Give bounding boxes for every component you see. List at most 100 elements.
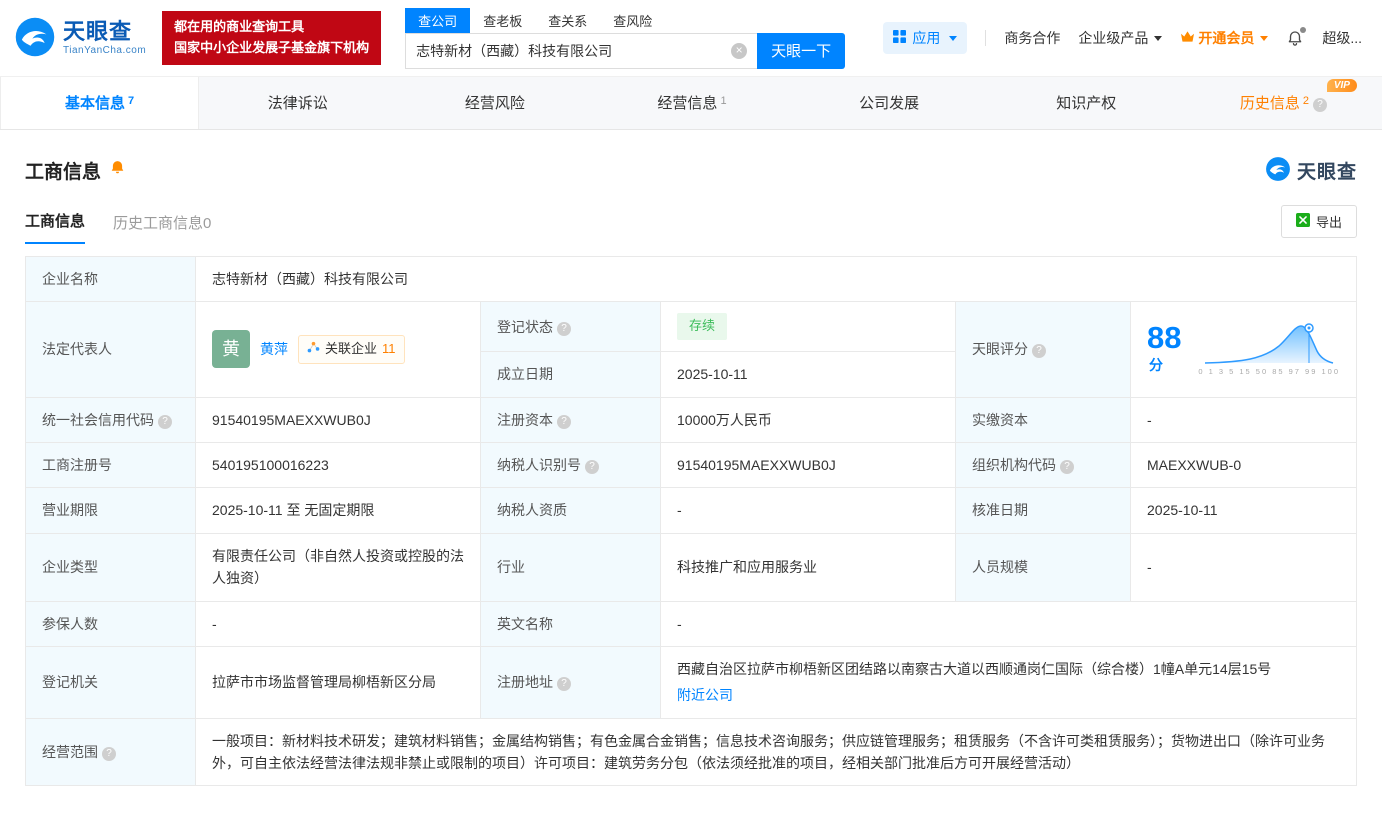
tab-company-development[interactable]: 公司发展: [791, 77, 988, 129]
business-scope-label-text: 经营范围: [42, 743, 98, 760]
field-value-company-name: 志特新材（西藏）科技有限公司: [195, 255, 1357, 303]
top-header: 天眼查 TianYanCha.com 都在用的商业查询工具 国家中小企业发展子基…: [0, 0, 1382, 76]
field-label-reg-authority: 登记机关: [25, 645, 196, 719]
search-tab-boss[interactable]: 查老板: [470, 8, 535, 33]
help-icon[interactable]: [557, 677, 571, 692]
table-row: 参保人数 - 英文名称 -: [25, 600, 1357, 647]
tianyancha-logo-icon: [14, 16, 56, 61]
enterprise-products-label: 企业级产品: [1078, 30, 1149, 46]
table-row: 企业类型 有限责任公司（非自然人投资或控股的法人独资） 行业 科技推广和应用服务…: [25, 532, 1357, 602]
notification-bell-icon[interactable]: [1286, 27, 1307, 47]
tab-history-info[interactable]: 历史信息2 VIP: [1185, 77, 1382, 129]
logo-title: 天眼查: [63, 19, 133, 45]
field-label-industry: 行业: [480, 532, 661, 602]
field-label-reg-capital: 注册资本: [480, 396, 661, 443]
menu-item-enterprise-products[interactable]: 企业级产品: [1078, 28, 1163, 48]
alert-bell-icon[interactable]: [109, 159, 126, 182]
field-value-reg-status: 存续: [660, 301, 956, 353]
field-label-score: 天眼评分: [955, 301, 1131, 398]
legal-rep-avatar[interactable]: 黄: [212, 330, 250, 369]
score-label-text: 天眼评分: [972, 341, 1028, 358]
apps-grid-icon: [893, 30, 907, 46]
field-label-approval-date: 核准日期: [955, 487, 1131, 534]
field-value-business-term: 2025-10-11 至 无固定期限: [195, 487, 481, 534]
field-value-staff-size: -: [1130, 532, 1357, 602]
field-label-business-scope: 经营范围: [25, 717, 196, 787]
menu-item-cooperation[interactable]: 商务合作: [1004, 28, 1060, 48]
promo-banner: 都在用的商业查询工具 国家中小企业发展子基金旗下机构: [162, 11, 382, 65]
reg-address-text: 西藏自治区拉萨市柳梧新区团结路以南察古大道以西顺通岗仁国际（综合楼）1幢A单元1…: [677, 660, 1272, 677]
section-header: 工商信息 天眼查: [0, 130, 1382, 185]
tab-legal-proceedings-label: 法律诉讼: [267, 95, 328, 112]
help-icon[interactable]: [585, 459, 599, 474]
search-tab-company[interactable]: 查公司: [405, 7, 471, 33]
field-label-legal-rep: 法定代表人: [25, 301, 196, 398]
tab-operational-risk[interactable]: 经营风险: [396, 77, 593, 129]
apps-menu-button[interactable]: 应用: [883, 22, 968, 54]
help-icon[interactable]: [1032, 344, 1046, 359]
field-value-business-scope: 一般项目：新材料技术研发；建筑材料销售；金属结构销售；有色金属合金销售；信息技术…: [195, 717, 1357, 787]
clear-search-icon[interactable]: [731, 42, 748, 59]
tab-legal-proceedings[interactable]: 法律诉讼: [199, 77, 396, 129]
promo-banner-line1: 都在用的商业查询工具: [174, 19, 305, 35]
field-label-staff-size: 人员规模: [955, 532, 1131, 602]
related-companies-badge[interactable]: 关联企业 11: [298, 335, 405, 364]
divider: [985, 30, 987, 46]
main-nav-tabs: 基本信息7 法律诉讼 经营风险 经营信息1 公司发展 知识产权 历史信息2 VI…: [0, 76, 1382, 130]
vip-badge: VIP: [1326, 79, 1357, 92]
export-button[interactable]: 导出: [1280, 205, 1357, 238]
table-row: 工商注册号 540195100016223 纳税人识别号 91540195MAE…: [25, 441, 1357, 489]
field-value-legal-rep: 黄 黄萍 关联企业 11: [195, 301, 481, 398]
search-tab-relation[interactable]: 查关系: [535, 8, 600, 33]
excel-icon: [1295, 213, 1310, 230]
search-tab-risk[interactable]: 查风险: [600, 8, 665, 33]
tab-business-info-label: 经营信息: [657, 95, 718, 112]
field-label-insured-count: 参保人数: [25, 600, 196, 647]
section-brand-text: 天眼查: [1296, 162, 1357, 183]
help-icon[interactable]: [1312, 98, 1327, 112]
tab-intellectual-property-label: 知识产权: [1056, 95, 1117, 112]
help-icon[interactable]: [158, 414, 172, 429]
tab-history-info-label: 历史信息: [1239, 95, 1300, 112]
tab-basic-info-label: 基本信息: [65, 95, 126, 112]
field-label-reg-address: 注册地址: [480, 645, 661, 719]
related-companies-label: 关联企业: [325, 341, 378, 357]
field-value-industry: 科技推广和应用服务业: [660, 532, 956, 602]
account-menu[interactable]: 超级...: [1322, 28, 1362, 48]
nearby-companies-link[interactable]: 附近公司: [677, 684, 1340, 706]
field-value-insured-count: -: [195, 600, 481, 647]
tab-intellectual-property[interactable]: 知识产权: [988, 77, 1185, 129]
top-menu: 应用 商务合作 企业级产品 开通会员 超级...: [883, 22, 1368, 54]
field-value-taxpayer-quality: -: [660, 487, 956, 534]
field-label-reg-number: 工商注册号: [25, 441, 196, 489]
table-row: 企业名称 志特新材（西藏）科技有限公司: [25, 255, 1357, 303]
tab-business-info[interactable]: 经营信息 1: [593, 77, 790, 129]
field-label-taxpayer-id: 纳税人识别号: [480, 441, 661, 489]
table-row: 经营范围 一般项目：新材料技术研发；建筑材料销售；金属结构销售；有色金属合金销售…: [25, 717, 1357, 787]
field-label-credit-code: 统一社会信用代码: [25, 396, 196, 443]
related-companies-count: 11: [382, 341, 396, 357]
field-label-establish-date: 成立日期: [480, 351, 661, 398]
search-input[interactable]: [416, 42, 732, 59]
tab-company-development-label: 公司发展: [859, 95, 920, 112]
tianyancha-logo[interactable]: 天眼查 TianYanCha.com: [14, 16, 146, 61]
field-value-org-code: MAEXXWUB-0: [1130, 441, 1357, 489]
subtab-business-registration[interactable]: 工商信息: [25, 210, 86, 244]
promo-banner-line2: 国家中小企业发展子基金旗下机构: [174, 40, 370, 55]
menu-item-open-vip[interactable]: 开通会员: [1180, 28, 1269, 48]
section-brand-logo: 天眼查: [1265, 156, 1357, 185]
legal-rep-name-link[interactable]: 黄萍: [260, 338, 288, 360]
help-icon[interactable]: [557, 321, 571, 336]
chevron-down-icon: [1260, 35, 1269, 41]
help-icon[interactable]: [557, 414, 571, 429]
help-icon[interactable]: [102, 746, 116, 761]
field-label-company-type: 企业类型: [25, 532, 196, 602]
field-label-reg-status: 登记状态: [480, 301, 661, 353]
search-tabs: 查公司 查老板 查关系 查风险: [405, 7, 845, 33]
tab-basic-info[interactable]: 基本信息 7: [0, 77, 200, 129]
help-icon[interactable]: [1060, 459, 1074, 474]
field-value-reg-address: 西藏自治区拉萨市柳梧新区团结路以南察古大道以西顺通岗仁国际（综合楼）1幢A单元1…: [660, 645, 1357, 719]
subtab-history-registration[interactable]: 历史工商信息0: [113, 212, 211, 244]
search-button[interactable]: 天眼一下: [757, 32, 846, 69]
crown-icon: [1180, 30, 1195, 46]
